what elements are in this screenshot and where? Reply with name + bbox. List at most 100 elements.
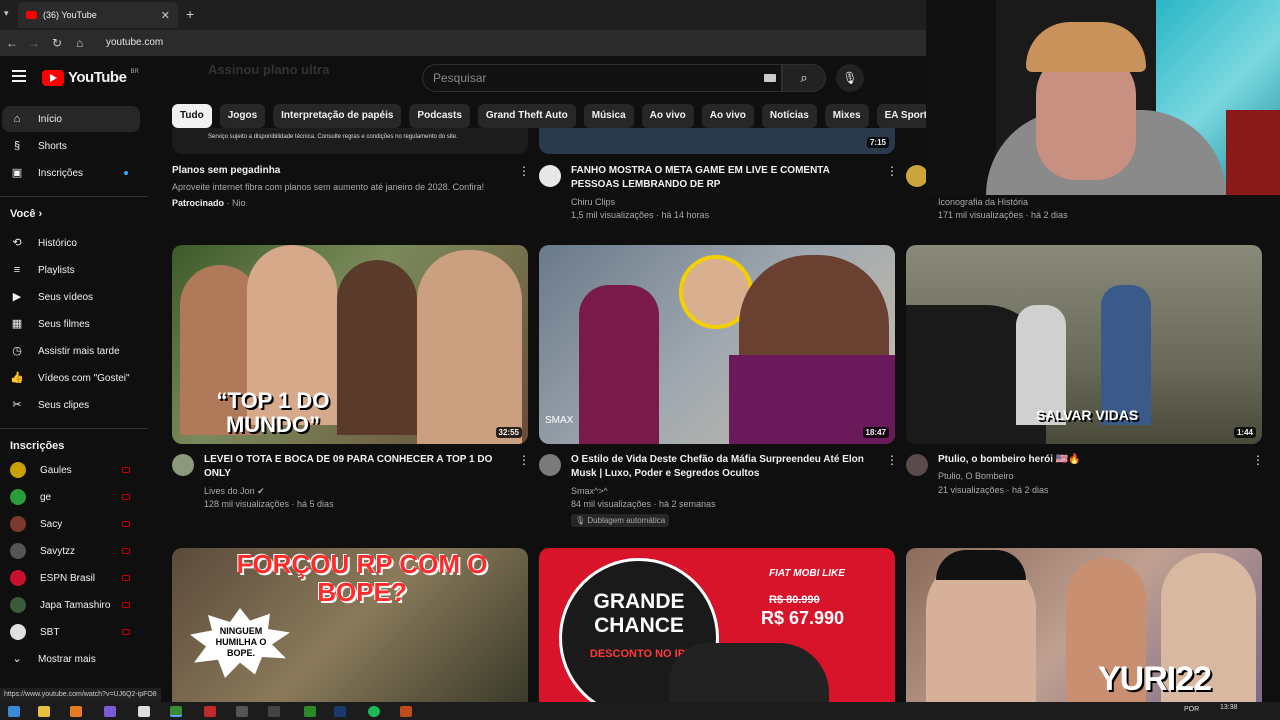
video-thumbnail[interactable]: 7:15: [539, 128, 895, 154]
chip-jogos[interactable]: Jogos: [219, 104, 266, 128]
sidebar-sub-gaules[interactable]: Gaules: [2, 457, 140, 483]
sidebar-item-inscricoes[interactable]: ▣ Inscrições: [2, 160, 140, 186]
clock[interactable]: 13:38: [1220, 704, 1238, 711]
forward-icon[interactable]: →: [28, 36, 40, 50]
more-options-icon[interactable]: ⋮: [1252, 453, 1264, 467]
sidebar-item-playlists[interactable]: ≡ Playlists: [2, 257, 140, 283]
sidebar-divider: [0, 196, 148, 197]
search-input[interactable]: Pesquisar: [422, 64, 782, 92]
sidebar-item-assistir-mais-tarde[interactable]: ◷ Assistir mais tarde: [2, 338, 140, 364]
mic-icon[interactable]: 🎙: [836, 64, 864, 92]
sidebar-item-gostei[interactable]: 👍 Vídeos com "Gostei": [2, 365, 140, 391]
more-options-icon[interactable]: ⋮: [886, 164, 898, 178]
sidebar-item-clipes[interactable]: ✂ Seus clipes: [2, 392, 140, 418]
sidebar-show-more[interactable]: ⌄ Mostrar mais: [2, 646, 140, 672]
app-icon[interactable]: [138, 706, 150, 717]
sidebar-item-label: Seus vídeos: [38, 291, 94, 303]
more-options-icon[interactable]: ⋮: [518, 453, 530, 467]
app-icon[interactable]: [236, 706, 248, 717]
chip-podcasts[interactable]: Podcasts: [409, 104, 470, 128]
ad-thumbnail[interactable]: Serviço sujeito a disponibilidade técnic…: [172, 128, 528, 154]
video-thumbnail[interactable]: FORÇOU RP COM O BOPE? NINGUEM HUMILHA O …: [172, 548, 528, 702]
sidebar-sub-espn[interactable]: ESPN Brasil: [2, 565, 140, 591]
channel-name[interactable]: Ptulio, O Bombeiro: [938, 470, 1014, 483]
sidebar-item-inicio[interactable]: ⌂ Início: [2, 106, 140, 132]
channel-name[interactable]: Lives do Jon ✔: [204, 485, 265, 498]
app-icon[interactable]: [268, 706, 280, 717]
app-icon[interactable]: [104, 706, 116, 717]
ad-thumbnail[interactable]: GRANDE CHANCE DESCONTO NO IPI FIAT MOBI …: [539, 548, 895, 702]
video-thumbnail[interactable]: SMAX 18:47: [539, 245, 895, 444]
video-thumbnail[interactable]: YURI22: [906, 548, 1262, 702]
xbox-icon[interactable]: [304, 706, 316, 717]
more-options-icon[interactable]: ⋮: [518, 164, 530, 178]
ad-title[interactable]: Planos sem pegadinha: [172, 164, 512, 178]
url-field[interactable]: youtube.com: [106, 37, 163, 48]
sidebar-item-label: Seus filmes: [38, 318, 90, 330]
home-browser-icon[interactable]: ⌂: [76, 36, 83, 50]
chrome-icon[interactable]: [170, 706, 182, 717]
search-placeholder: Pesquisar: [433, 71, 487, 85]
chip-musica[interactable]: Música: [583, 104, 634, 128]
app-icon[interactable]: [400, 706, 412, 717]
video-thumbnail[interactable]: “TOP 1 DO MUNDO” 32:55: [172, 245, 528, 444]
steam-icon[interactable]: [334, 706, 346, 717]
thumbnail-watermark: SMAX: [545, 415, 574, 426]
close-tab-icon[interactable]: ✕: [161, 9, 170, 22]
live-icon: [122, 629, 130, 635]
back-icon[interactable]: ←: [6, 36, 18, 50]
browser-tab[interactable]: (36) YouTube ✕: [18, 2, 178, 28]
avatar: [10, 570, 26, 586]
video-title[interactable]: FANHO MOSTRA O META GAME EM LIVE E COMEN…: [571, 164, 871, 192]
sidebar-item-label: Assistir mais tarde: [38, 345, 120, 357]
channel-avatar[interactable]: [906, 454, 928, 476]
chip-mixes[interactable]: Mixes: [824, 104, 869, 128]
sidebar-sub-sacy[interactable]: Sacy: [2, 511, 140, 537]
video-thumbnail[interactable]: SALVAR VIDAS 1:44: [906, 245, 1262, 444]
chip-ao-vivo-2[interactable]: Ao vivo: [701, 104, 754, 128]
channel-avatar[interactable]: [172, 454, 194, 476]
channel-avatar[interactable]: [906, 165, 928, 187]
spotify-icon[interactable]: [368, 706, 380, 717]
video-title[interactable]: Ptulio, o bombeiro herói 🇺🇸🔥: [938, 453, 1238, 467]
channel-name[interactable]: Chiru Clips: [571, 196, 615, 209]
sidebar-sub-sbt[interactable]: SBT: [2, 619, 140, 645]
sidebar-sub-ge[interactable]: ge: [2, 484, 140, 510]
video-title[interactable]: O Estilo de Vida Deste Chefão da Máfia S…: [571, 453, 881, 481]
app-icon[interactable]: [204, 706, 216, 717]
chip-ao-vivo[interactable]: Ao vivo: [641, 104, 694, 128]
app-icon[interactable]: [70, 706, 82, 717]
subscriptions-icon: ▣: [11, 167, 23, 179]
windows-start-icon[interactable]: [8, 706, 20, 717]
chip-gta[interactable]: Grand Theft Auto: [477, 104, 576, 128]
search-button[interactable]: ⌕: [782, 64, 826, 92]
chip-tudo[interactable]: Tudo: [172, 104, 212, 128]
keyboard-icon[interactable]: [764, 74, 776, 82]
tab-menu-icon[interactable]: ▾: [4, 8, 9, 19]
video-title[interactable]: LEVEI O TOTA E BOCA DE 09 PARA CONHECER …: [204, 453, 504, 481]
language-indicator[interactable]: POR: [1184, 706, 1199, 713]
sidebar-item-seus-filmes[interactable]: ▦ Seus filmes: [2, 311, 140, 337]
more-options-icon[interactable]: ⋮: [886, 453, 898, 467]
webcam-overlay: [926, 0, 1280, 195]
youtube-logo[interactable]: YouTube BR: [42, 69, 139, 86]
sidebar-item-historico[interactable]: ⟲ Histórico: [2, 230, 140, 256]
channel-name[interactable]: Smax^>^: [571, 485, 608, 498]
watch-later-icon: ◷: [12, 345, 22, 357]
sidebar-sub-savytzz[interactable]: Savytzz: [2, 538, 140, 564]
menu-icon[interactable]: [12, 70, 26, 72]
chip-noticias[interactable]: Notícias: [761, 104, 817, 128]
channel-name[interactable]: Iconografia da História: [938, 196, 1028, 209]
sidebar-you-heading[interactable]: Você ›: [10, 208, 42, 220]
live-icon: [122, 548, 130, 554]
chip-roleplay[interactable]: Interpretação de papéis: [273, 104, 402, 128]
sidebar-item-shorts[interactable]: § Shorts: [2, 133, 140, 159]
channel-avatar[interactable]: [539, 165, 561, 187]
sidebar-sub-japa[interactable]: Japa Tamashiro: [2, 592, 140, 618]
logo-text: YouTube: [68, 69, 127, 86]
channel-avatar[interactable]: [539, 454, 561, 476]
new-tab-icon[interactable]: +: [186, 6, 194, 22]
reload-icon[interactable]: ↻: [52, 36, 62, 50]
sidebar-item-seus-videos[interactable]: ▶ Seus vídeos: [2, 284, 140, 310]
file-explorer-icon[interactable]: [38, 706, 50, 717]
